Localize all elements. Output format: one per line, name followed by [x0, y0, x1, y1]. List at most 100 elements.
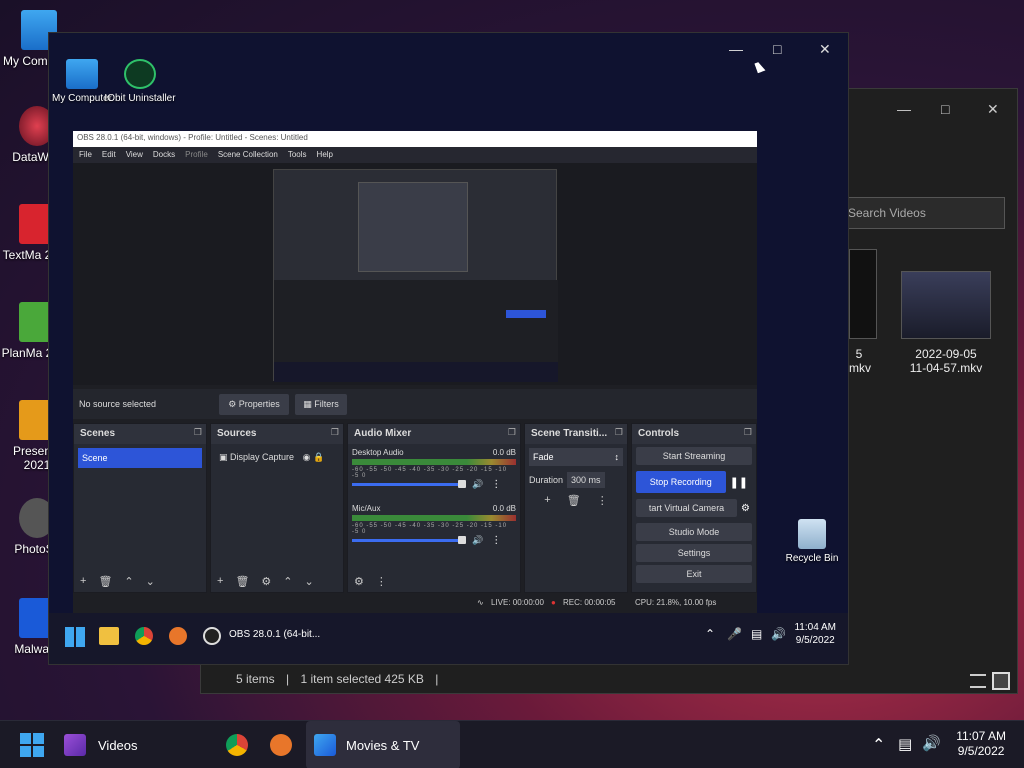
system-time: 11:07 AM: [956, 729, 1006, 743]
volume-icon[interactable]: 🔊: [922, 734, 941, 752]
down-icon[interactable]: ⌄: [146, 575, 155, 588]
stop-recording-button[interactable]: Stop Recording: [636, 471, 726, 493]
properties-button[interactable]: ⚙ Properties: [219, 394, 289, 415]
undock-icon[interactable]: ❐: [194, 427, 202, 438]
mic-aux-ticks: -60 -55 -50 -45 -40 -35 -30 -25 -20 -15 …: [352, 523, 508, 535]
dock-header: Scenes ❐: [74, 424, 206, 444]
more-icon[interactable]: ⋮: [491, 535, 501, 546]
add-icon[interactable]: +: [217, 575, 223, 588]
microphone-icon[interactable]: 🎤: [727, 627, 742, 641]
video-thumbnail[interactable]: [901, 271, 991, 339]
start-button[interactable]: [20, 721, 44, 768]
taskbar-brave[interactable]: [270, 721, 292, 768]
obs-preview[interactable]: [73, 163, 757, 385]
mic-aux-meter: [352, 515, 516, 521]
chevron-up-icon[interactable]: ⌃: [872, 735, 885, 755]
network-icon[interactable]: ▤: [751, 627, 762, 641]
gear-icon[interactable]: ⚙: [741, 503, 750, 514]
remote-taskbar: OBS 28.0.1 (64-bit... ⌃ 🎤 ▤ 🔊 11:04 AM 9…: [49, 613, 848, 664]
menu-view[interactable]: View: [126, 150, 143, 160]
videos-status-bar: 5 items | 1 item selected 425 KB |: [236, 672, 439, 686]
maximize-icon[interactable]: □: [773, 41, 781, 57]
lock-icon[interactable]: 🔒: [313, 452, 324, 462]
taskbar-videos[interactable]: Videos: [64, 721, 138, 768]
transition-select[interactable]: Fade ↕: [529, 448, 623, 466]
remote-icon-recycle-bin[interactable]: Recycle Bin: [775, 519, 849, 564]
minimize-icon[interactable]: —: [729, 41, 743, 57]
windows-start-icon[interactable]: [65, 627, 85, 647]
remote-icon-iobit[interactable]: IObit Uninstaller: [103, 59, 177, 104]
undock-icon[interactable]: ❐: [744, 427, 752, 438]
filter-icon: ▦: [303, 399, 312, 409]
add-icon[interactable]: +: [544, 494, 550, 507]
menu-file[interactable]: File: [79, 150, 92, 160]
system-clock[interactable]: 11:07 AM 9/5/2022: [956, 729, 1006, 759]
source-name: Display Capture: [230, 452, 295, 462]
brave-icon[interactable]: [169, 627, 187, 645]
trash-icon[interactable]: 🗑: [567, 494, 581, 507]
speaker-icon[interactable]: 🔊: [472, 479, 483, 490]
maximize-icon[interactable]: □: [941, 101, 949, 117]
menu-scene-collection[interactable]: Scene Collection: [218, 150, 278, 160]
search-videos-input[interactable]: Search Videos: [841, 197, 1005, 229]
brave-icon: [270, 734, 292, 756]
start-streaming-button[interactable]: Start Streaming: [636, 447, 752, 465]
pause-icon[interactable]: ❚❚: [730, 476, 748, 489]
chrome-icon[interactable]: [135, 627, 153, 645]
trash-icon[interactable]: 🗑: [235, 575, 249, 588]
file-explorer-icon[interactable]: [99, 627, 119, 645]
chevron-up-icon[interactable]: ⌃: [705, 627, 715, 641]
video-thumbnail-partial[interactable]: [849, 249, 877, 339]
gear-icon[interactable]: ⚙: [261, 575, 271, 588]
taskbar-chrome[interactable]: [226, 721, 248, 768]
desktop-audio-slider[interactable]: [352, 480, 466, 488]
source-toolbar: No source selected ⚙ Properties ▦ Filter…: [73, 389, 757, 419]
up-icon[interactable]: ⌃: [283, 575, 292, 588]
eye-icon[interactable]: ◉: [303, 452, 311, 462]
settings-button[interactable]: Settings: [636, 544, 752, 562]
undock-icon[interactable]: ❐: [508, 427, 516, 438]
source-item[interactable]: ▣ Display Capture ◉ 🔒: [215, 448, 339, 467]
gear-icon[interactable]: ⚙: [354, 575, 364, 588]
remote-desktop-window: — □ ✕ My Computer IObit Uninstaller Recy…: [48, 32, 849, 665]
monitor-icon: ▣: [219, 452, 228, 462]
speaker-icon[interactable]: 🔊: [472, 535, 483, 546]
more-icon[interactable]: ⋮: [597, 494, 608, 507]
undock-icon[interactable]: ❐: [331, 427, 339, 438]
virtual-camera-button[interactable]: tart Virtual Camera: [636, 499, 738, 517]
studio-mode-button[interactable]: Studio Mode: [636, 523, 752, 541]
close-icon[interactable]: ✕: [819, 41, 831, 58]
more-icon[interactable]: ⋮: [491, 479, 501, 490]
menu-docks[interactable]: Docks: [153, 150, 175, 160]
obs-taskbar-label[interactable]: OBS 28.0.1 (64-bit...: [229, 629, 320, 640]
list-view-icon[interactable]: [970, 674, 986, 688]
add-icon[interactable]: +: [80, 575, 86, 588]
menu-help[interactable]: Help: [317, 150, 333, 160]
mic-aux-slider[interactable]: [352, 536, 466, 544]
scene-item[interactable]: Scene: [78, 448, 202, 468]
trash-icon[interactable]: 🗑: [98, 575, 112, 588]
tile-view-icon[interactable]: [992, 672, 1010, 690]
system-date: 9/5/2022: [957, 744, 1005, 758]
obs-icon[interactable]: [203, 627, 221, 645]
duration-input[interactable]: 300 ms: [567, 472, 605, 488]
duration-row: Duration 300 ms: [529, 472, 623, 488]
undock-icon[interactable]: ❐: [615, 427, 623, 438]
network-icon[interactable]: ▤: [898, 735, 912, 753]
transitions-title: Scene Transiti...: [531, 428, 608, 439]
volume-icon[interactable]: 🔊: [771, 627, 786, 641]
filters-button[interactable]: ▦ Filters: [295, 394, 347, 415]
down-icon[interactable]: ⌄: [305, 575, 314, 588]
menu-profile[interactable]: Profile: [185, 150, 208, 160]
menu-tools[interactable]: Tools: [288, 150, 307, 160]
menu-edit[interactable]: Edit: [102, 150, 116, 160]
taskbar-movies-tv[interactable]: Movies & TV: [306, 721, 460, 768]
remote-clock[interactable]: 11:04 AM 9/5/2022: [794, 621, 836, 647]
more-icon[interactable]: ⋮: [376, 575, 387, 588]
up-icon[interactable]: ⌃: [124, 575, 133, 588]
close-icon[interactable]: ✕: [987, 101, 999, 118]
minimize-icon[interactable]: —: [897, 101, 911, 117]
exit-button[interactable]: Exit: [636, 565, 752, 583]
videos-app-icon: [64, 734, 86, 756]
mixer-title: Audio Mixer: [354, 428, 412, 439]
